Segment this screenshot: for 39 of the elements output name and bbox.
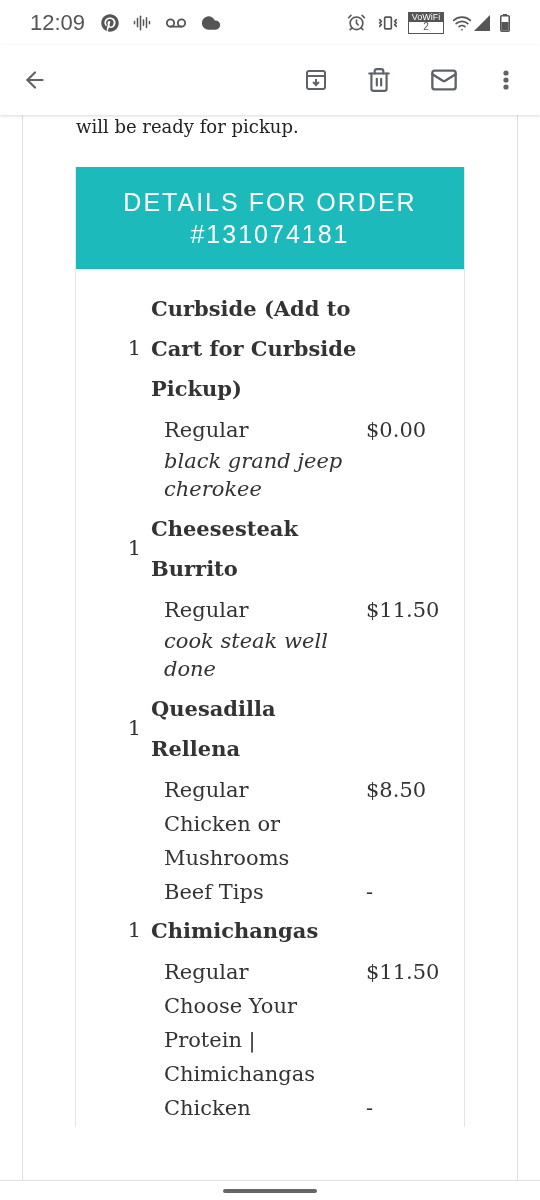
item-quantity: 1 [126, 535, 142, 563]
archive-icon [304, 68, 328, 92]
item-quantity: 1 [126, 715, 142, 743]
more-icon [503, 70, 509, 90]
item-quantity: 1 [126, 335, 142, 363]
option-text: Beef Tips [164, 879, 265, 906]
option-text: Regular [164, 417, 250, 444]
option-text: Regular [164, 959, 250, 986]
option-text: Regular [164, 777, 250, 804]
option-text: Regular [164, 597, 250, 624]
option-text: Chicken [164, 1095, 252, 1122]
home-indicator[interactable] [223, 1188, 317, 1193]
option-price: $11.50 [366, 959, 440, 986]
trash-icon [366, 67, 392, 93]
item-name: Chimichangas [151, 917, 320, 945]
option-price: - [366, 1095, 374, 1122]
clock-time: 12:09 [30, 9, 86, 37]
option-price: $0.00 [366, 417, 427, 444]
order-header: DETAILS FOR ORDER #131074181 [76, 167, 464, 269]
pinterest-icon [101, 13, 120, 32]
option-text: Chicken or Mushrooms [164, 811, 291, 872]
item-name: Quesadilla Rellena [151, 695, 277, 763]
option-price: $11.50 [366, 597, 440, 624]
archive-button[interactable] [304, 68, 328, 92]
item-note: black grand jeep cherokee [164, 448, 344, 503]
battery-icon [500, 13, 510, 32]
option-text: Choose Your Protein | Chimichangas [164, 993, 316, 1088]
podcast-icon [133, 13, 152, 32]
item-note: cook steak well done [164, 628, 329, 683]
intro-text: will be ready for pickup. [75, 115, 300, 139]
alarm-icon [347, 13, 366, 32]
vowifi-badge: VoWiFi 2 [408, 11, 444, 34]
item-name: Cheesesteak Burrito [151, 515, 300, 583]
option-price: - [366, 879, 374, 906]
option-price: $8.50 [366, 777, 427, 804]
delete-button[interactable] [366, 67, 392, 93]
item-quantity: 1 [126, 917, 142, 945]
item-name: Curbside (Add to Cart for Curbside Pickup) [151, 295, 358, 403]
signal-icon [474, 14, 490, 31]
